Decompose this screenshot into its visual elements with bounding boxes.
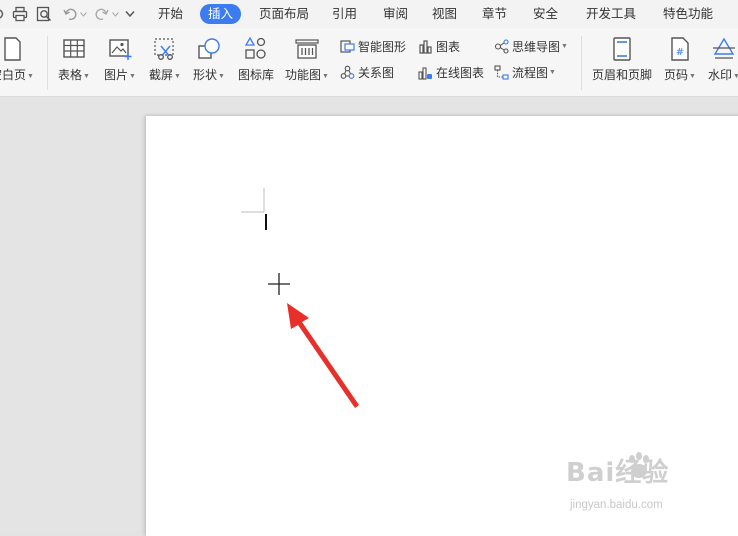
ribbon-divider [47, 36, 48, 90]
function-chart-label: 功能图 [285, 68, 322, 82]
picture-label: 图片 [104, 68, 129, 82]
flow-chart-button[interactable]: 流程图 ▼ [494, 63, 556, 81]
scissors-icon [154, 38, 174, 60]
chart-button[interactable]: 图表 [418, 37, 460, 55]
picture-dropdown-icon[interactable]: ▼ [129, 73, 136, 80]
screenshot-label: 截屏 [149, 68, 174, 82]
table-label: 表格 [58, 68, 83, 82]
shape-dropdown-icon[interactable]: ▼ [218, 73, 225, 80]
tab-chapter[interactable]: 章节 [478, 4, 511, 24]
mind-map-dropdown-icon[interactable]: ▼ [561, 43, 568, 50]
mind-map-button[interactable]: 思维导图 ▼ [494, 37, 568, 55]
screenshot-dropdown-icon[interactable]: ▼ [174, 73, 181, 80]
watermark-brand: Bai经验 [566, 458, 670, 488]
smart-shape-label: 智能图形 [358, 39, 407, 54]
shape-button[interactable]: 形状▼ [189, 36, 229, 88]
flow-chart-icon [494, 64, 509, 80]
smart-shape-icon [340, 39, 355, 53]
watermark-label: 水印 [708, 68, 733, 82]
undo-icon[interactable] [62, 5, 78, 23]
menu-tab-bar: 开始 插入 页面布局 引用 审阅 视图 章节 安全 开发工具 特色功能 [0, 0, 738, 28]
screenshot-button[interactable]: 截屏▼ [145, 36, 185, 88]
customize-toolbar-icon[interactable] [123, 5, 137, 23]
tab-references[interactable]: 引用 [328, 4, 361, 24]
table-dropdown-icon[interactable]: ▼ [83, 73, 90, 80]
shape-label: 形状 [193, 68, 218, 82]
mind-map-icon [494, 38, 509, 54]
redo-icon[interactable] [94, 5, 110, 23]
function-chart-dropdown-icon[interactable]: ▼ [322, 73, 329, 80]
margin-corner-marker [241, 188, 265, 213]
page-number-icon: # [671, 37, 689, 61]
icon-library-icon [244, 36, 266, 59]
online-chart-button[interactable]: 在线图表 [418, 63, 484, 81]
watermark-url: jingyan.baidu.com [570, 499, 663, 511]
icon-library-button[interactable]: 图标库 [236, 36, 276, 88]
tab-page-layout[interactable]: 页面布局 [255, 4, 313, 24]
baidu-jingyan-watermark: Bai经验 jingyan.baidu.com [566, 452, 736, 522]
flow-chart-dropdown-icon[interactable]: ▼ [549, 69, 556, 76]
header-footer-label: 页眉和页脚 [591, 68, 652, 82]
red-arrow-annotation [287, 303, 359, 408]
tab-developer-tools[interactable]: 开发工具 [582, 4, 640, 24]
page-number-glyph: # [676, 47, 684, 58]
relation-chart-icon [340, 65, 355, 79]
print-preview-icon[interactable] [35, 5, 53, 23]
watermark-button[interactable]: 水印▼ [703, 36, 738, 88]
header-footer-button[interactable]: 页眉和页脚 [589, 36, 655, 88]
chart-icon [419, 39, 432, 54]
table-button[interactable]: 表格▼ [54, 36, 94, 88]
tab-insert[interactable]: 插入 [200, 4, 242, 24]
picture-button[interactable]: 图片▼ [100, 36, 140, 88]
shape-icon [198, 38, 220, 59]
online-chart-icon [418, 66, 432, 80]
tab-special-features[interactable]: 特色功能 [659, 4, 717, 24]
flow-chart-label: 流程图 [512, 65, 549, 80]
blank-page-dropdown-icon[interactable]: ▼ [27, 73, 34, 80]
chart-label: 图表 [436, 39, 461, 54]
table-icon [63, 39, 85, 58]
page-number-dropdown-icon[interactable]: ▼ [689, 73, 696, 80]
tab-review[interactable]: 审阅 [379, 4, 412, 24]
relation-chart-label: 关系图 [358, 65, 395, 80]
page-number-label: 页码 [664, 68, 689, 82]
tab-view[interactable]: 视图 [428, 4, 461, 24]
paw-logo-icon [629, 452, 649, 478]
print-icon[interactable] [11, 5, 29, 23]
blank-page-button[interactable]: 空白页▼ [0, 36, 38, 88]
watermark-icon [713, 37, 735, 59]
icon-library-label: 图标库 [237, 68, 274, 82]
mind-map-label: 思维导图 [512, 39, 561, 54]
page-number-button[interactable]: # 页码▼ [660, 36, 700, 88]
tab-start[interactable]: 开始 [154, 4, 187, 24]
smart-shape-button[interactable]: 智能图形 [340, 37, 406, 55]
text-cursor [265, 214, 267, 230]
ribbon-divider [581, 36, 582, 90]
picture-icon [109, 39, 132, 60]
function-chart-button[interactable]: 功能图▼ [283, 36, 331, 88]
tab-security[interactable]: 安全 [529, 4, 562, 24]
relation-chart-button[interactable]: 关系图 [340, 63, 394, 81]
insert-ribbon: 空白页▼ 表格▼ 图片▼ 截屏▼ 形状▼ 图标库 功能图▼ 智能图形 关系图 图… [0, 28, 738, 97]
more-icon[interactable] [0, 5, 6, 23]
blank-page-icon [4, 37, 21, 61]
online-chart-label: 在线图表 [436, 65, 485, 80]
undo-dropdown-icon[interactable] [79, 5, 87, 23]
redo-dropdown-icon[interactable] [111, 5, 119, 23]
function-chart-icon [295, 39, 319, 59]
watermark-dropdown-icon[interactable]: ▼ [733, 73, 738, 80]
header-footer-icon [613, 37, 631, 61]
blank-page-label: 空白页 [0, 68, 27, 82]
